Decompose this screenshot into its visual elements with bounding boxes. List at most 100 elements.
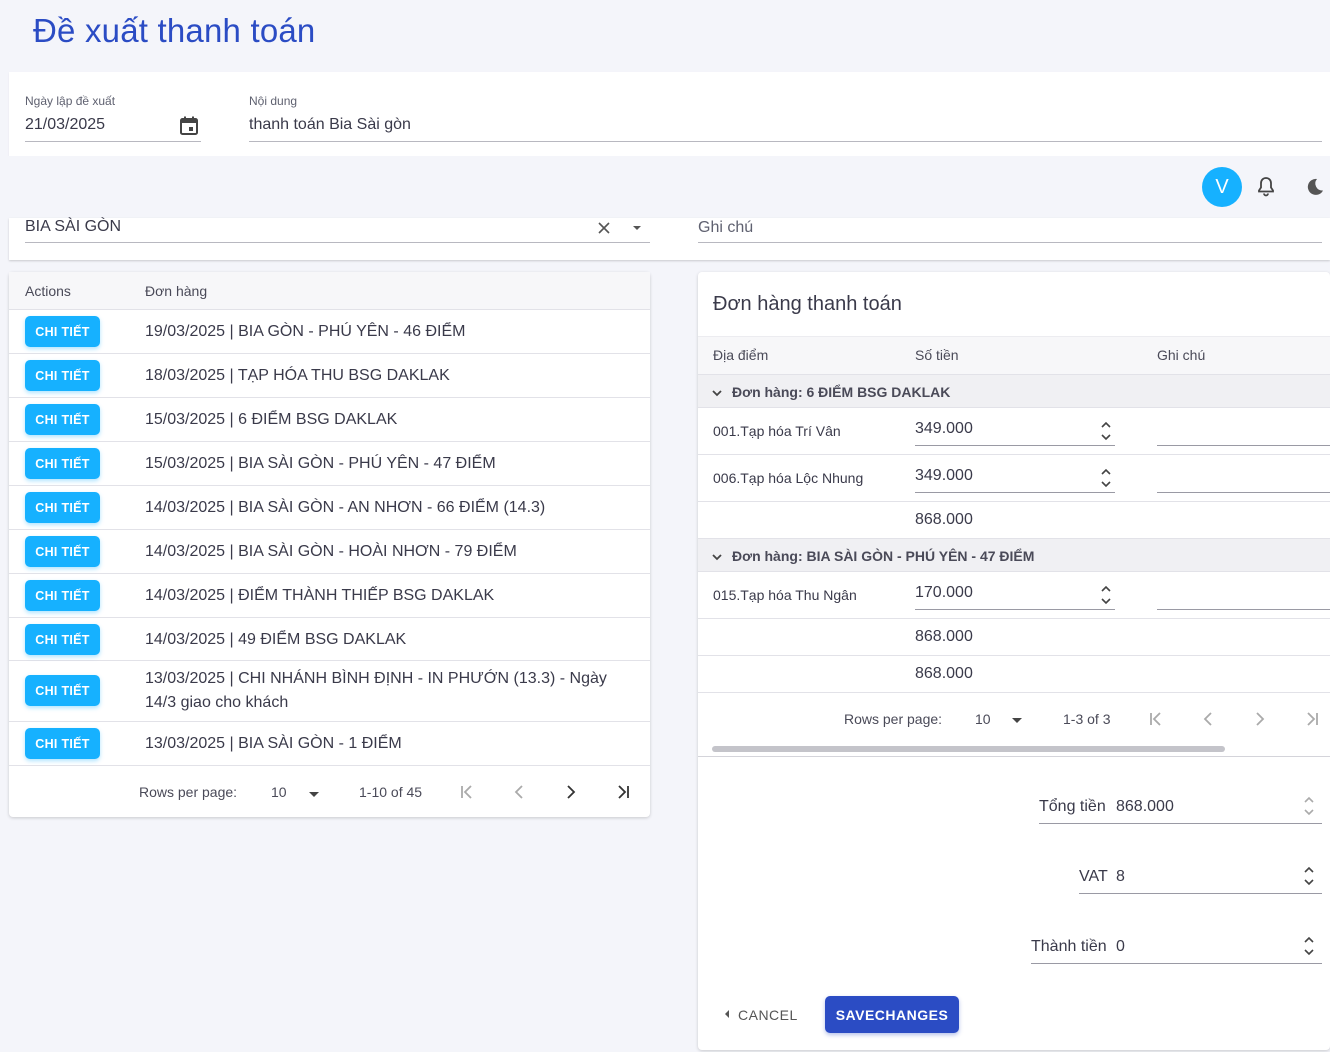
date-field-underline	[25, 141, 201, 142]
clear-icon[interactable]	[596, 220, 612, 236]
final-amount-label: Thành tiền	[1031, 938, 1107, 955]
stepper-icon[interactable]	[1099, 582, 1113, 608]
page-title: Đề xuất thanh toán	[33, 12, 316, 49]
vat-field[interactable]: 8	[1116, 868, 1125, 886]
amount-input-underline	[915, 445, 1115, 446]
amount-input-underline	[915, 609, 1115, 610]
content-field-underline	[249, 141, 1322, 142]
detail-button[interactable]: CHI TIẾT	[25, 675, 100, 706]
subtotal-value: 868.000	[915, 511, 973, 528]
detail-button[interactable]: CHI TIẾT	[25, 580, 100, 611]
page-range: 1-3 of 3	[1063, 711, 1111, 727]
chevron-down-icon[interactable]	[711, 551, 723, 563]
detail-button[interactable]: CHI TIẾT	[25, 624, 100, 655]
next-page-icon[interactable]	[562, 783, 580, 801]
calendar-icon[interactable]	[177, 114, 201, 138]
first-page-icon[interactable]	[1147, 710, 1165, 728]
subtotal-value: 868.000	[915, 628, 973, 645]
detail-button[interactable]: CHI TIẾT	[25, 728, 100, 759]
orders-table: Actions Đơn hàng CHI TIẾT 19/03/2025 | B…	[9, 272, 650, 817]
prev-page-icon[interactable]	[1199, 710, 1217, 728]
dropdown-arrow-icon[interactable]	[1008, 711, 1026, 729]
next-page-icon[interactable]	[1251, 710, 1269, 728]
group-label: Đơn hàng: BIA SÀI GÒN - PHÚ YÊN - 47 ĐIỂ…	[732, 548, 1035, 564]
prev-page-icon[interactable]	[510, 783, 528, 801]
order-name: 14/03/2025 | ĐIỂM THÀNH THIẾP BSG DAKLAK	[145, 587, 495, 604]
dark-mode-icon[interactable]	[1302, 175, 1326, 199]
final-amount-field[interactable]: 0	[1116, 938, 1125, 956]
save-changes-button[interactable]: SAVECHANGES	[825, 996, 959, 1033]
vat-field-underline	[1079, 893, 1322, 894]
note-input[interactable]	[1157, 492, 1330, 493]
date-field[interactable]: 21/03/2025	[25, 116, 105, 134]
user-avatar[interactable]: V	[1202, 167, 1242, 207]
table-row: CHI TIẾT 14/03/2025 | BIA SÀI GÒN - HOÀI…	[9, 530, 650, 574]
horizontal-scrollbar[interactable]	[712, 746, 1225, 752]
last-page-icon[interactable]	[614, 783, 632, 801]
dropdown-arrow-icon[interactable]	[631, 222, 643, 234]
amount-input[interactable]: 170.000	[915, 584, 973, 602]
rows-per-page-select[interactable]: 10	[271, 784, 287, 800]
table-row: CHI TIẾT 19/03/2025 | BIA GÒN - PHÚ YÊN …	[9, 310, 650, 354]
divider	[698, 756, 1330, 757]
app-bar	[0, 156, 1330, 218]
order-name: 14/03/2025 | BIA SÀI GÒN - AN NHƠN - 66 …	[145, 499, 546, 516]
bell-icon[interactable]	[1254, 175, 1278, 199]
total-field[interactable]: 868.000	[1116, 798, 1174, 816]
stepper-icon[interactable]	[1302, 863, 1316, 889]
stepper-icon[interactable]	[1302, 793, 1316, 819]
table-row: 015.Tạp hóa Thu Ngân 170.000	[698, 572, 1330, 619]
last-page-icon[interactable]	[1303, 710, 1321, 728]
note-field-underline	[698, 242, 1322, 243]
dropdown-arrow-icon[interactable]	[305, 785, 323, 803]
stepper-icon[interactable]	[1099, 418, 1113, 444]
content-field-label: Nội dung	[249, 94, 298, 108]
detail-button[interactable]: CHI TIẾT	[25, 316, 100, 347]
column-header-note: Ghi chú	[1157, 347, 1206, 363]
table-row: CHI TIẾT 14/03/2025 | ĐIỂM THÀNH THIẾP B…	[9, 574, 650, 618]
table-row: CHI TIẾT 14/03/2025 | 49 ĐIỂM BSG DAKLAK	[9, 618, 650, 661]
rows-per-page-label: Rows per page:	[844, 711, 943, 727]
place-name: 015.Tạp hóa Thu Ngân	[713, 587, 857, 603]
amount-input[interactable]: 349.000	[915, 420, 973, 438]
total-label: Tổng tiền	[1039, 798, 1106, 815]
payment-orders-card: Đơn hàng thanh toán Địa điểm Số tiền Ghi…	[698, 272, 1330, 1050]
order-name: 14/03/2025 | BIA SÀI GÒN - HOÀI NHƠN - 7…	[145, 543, 517, 560]
order-name: 15/03/2025 | BIA SÀI GÒN - PHÚ YÊN - 47 …	[145, 455, 496, 472]
stepper-icon[interactable]	[1099, 465, 1113, 491]
first-page-icon[interactable]	[458, 783, 476, 801]
order-name: 14/03/2025 | 49 ĐIỂM BSG DAKLAK	[145, 631, 407, 648]
final-amount-underline	[1031, 963, 1322, 964]
content-field[interactable]: thanh toán Bia Sài gòn	[249, 116, 411, 134]
order-name: 18/03/2025 | TẠP HÓA THU BSG DAKLAK	[145, 367, 450, 384]
total-value: 868.000	[915, 665, 973, 682]
stepper-icon[interactable]	[1302, 933, 1316, 959]
orders-table-header: Actions Đơn hàng	[9, 272, 650, 310]
order-name: 19/03/2025 | BIA GÒN - PHÚ YÊN - 46 ĐIỂM	[145, 323, 466, 340]
group-header-row[interactable]: Đơn hàng: BIA SÀI GÒN - PHÚ YÊN - 47 ĐIỂ…	[698, 538, 1330, 572]
amount-input[interactable]: 349.000	[915, 467, 973, 485]
column-header-amount: Số tiền	[915, 347, 959, 363]
order-name: 13/03/2025 | BIA SÀI GÒN - 1 ĐIỂM	[145, 735, 402, 752]
date-field-label: Ngày lập đề xuất	[25, 94, 116, 108]
chevron-down-icon[interactable]	[711, 387, 723, 399]
total-field-underline	[1039, 823, 1322, 824]
table-row: 006.Tạp hóa Lộc Nhung 349.000	[698, 455, 1330, 502]
note-field[interactable]: Ghi chú	[698, 219, 753, 237]
vat-label: VAT	[1079, 868, 1108, 885]
place-name: 001.Tạp hóa Trí Vân	[713, 423, 841, 439]
group-header-row[interactable]: Đơn hàng: 6 ĐIỂM BSG DAKLAK	[698, 374, 1330, 408]
note-input[interactable]	[1157, 609, 1330, 610]
customer-select-underline	[25, 242, 650, 243]
detail-button[interactable]: CHI TIẾT	[25, 404, 100, 435]
note-input[interactable]	[1157, 445, 1330, 446]
cancel-button[interactable]: CANCEL	[738, 1000, 798, 1030]
table-row: CHI TIẾT 15/03/2025 | BIA SÀI GÒN - PHÚ …	[9, 442, 650, 486]
rows-per-page-select[interactable]: 10	[975, 711, 991, 727]
detail-button[interactable]: CHI TIẾT	[25, 360, 100, 391]
detail-button[interactable]: CHI TIẾT	[25, 492, 100, 523]
detail-button[interactable]: CHI TIẾT	[25, 448, 100, 479]
customer-select[interactable]: BIA SÀI GÒN	[25, 218, 121, 236]
order-name: 15/03/2025 | 6 ĐIỂM BSG DAKLAK	[145, 411, 398, 428]
detail-button[interactable]: CHI TIẾT	[25, 536, 100, 567]
